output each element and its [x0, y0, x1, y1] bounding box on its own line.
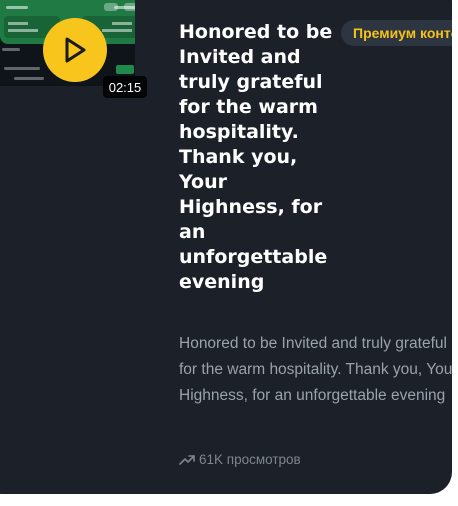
trending-up-icon: [179, 454, 195, 466]
post-description: Honored to be Invited and truly grateful…: [179, 335, 452, 404]
video-duration: 02:15: [103, 76, 147, 98]
view-count-label: 61K просмотров: [199, 452, 301, 467]
play-button[interactable]: [43, 18, 107, 82]
view-count: 61K просмотров: [179, 452, 301, 467]
post-title[interactable]: Honored to be Invited and truly grateful…: [179, 20, 339, 295]
play-icon: [62, 36, 88, 64]
premium-badge: Премиум контент: [341, 20, 452, 46]
content-card[interactable]: 02:15 Honored to be Invited and truly gr…: [0, 0, 452, 494]
thumbnail-badge: [116, 65, 134, 74]
